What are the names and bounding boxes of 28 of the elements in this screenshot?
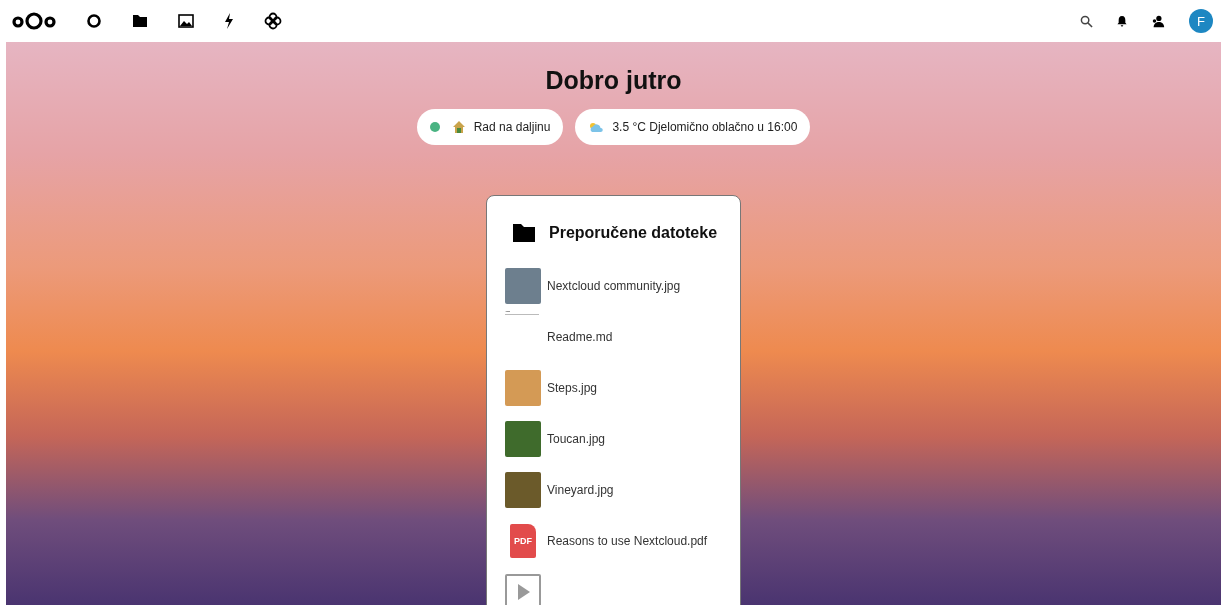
weather-button[interactable]: 3.5 °C Djelomično oblačno u 16:00 [575, 109, 811, 145]
cloud-sun-icon [588, 121, 605, 133]
folder-icon[interactable] [132, 14, 148, 28]
image-icon[interactable] [178, 14, 194, 28]
folder-icon [513, 224, 535, 242]
search-icon[interactable] [1080, 14, 1093, 28]
file-name[interactable]: Readme.md [547, 329, 613, 344]
file-name[interactable]: Steps.jpg [547, 380, 598, 395]
circle-icon[interactable] [86, 13, 102, 29]
photo-placeholder[interactable] [505, 471, 541, 508]
video-file-icon[interactable] [505, 573, 541, 605]
file-name[interactable]: Nextcloud community.jpg [547, 278, 681, 293]
house-icon [451, 120, 466, 134]
lightning-icon[interactable] [224, 13, 234, 29]
contacts-icon[interactable] [1151, 14, 1165, 28]
photo-placeholder[interactable] [505, 420, 541, 457]
bell-icon[interactable] [1117, 15, 1127, 27]
greeting-heading: Dobro jutro [545, 66, 682, 95]
panel-title: Preporučene datoteke [549, 224, 718, 242]
logo-icon[interactable] [12, 11, 56, 31]
flower-icon[interactable] [264, 12, 282, 30]
file-name[interactable]: Reasons to use Nextcloud.pdf [547, 533, 708, 548]
status-button[interactable]: Rad na daljinu [416, 109, 564, 145]
file-name[interactable]: Vineyard.jpg [547, 482, 614, 497]
photo-placeholder[interactable] [505, 267, 541, 304]
pdf-file-icon[interactable]: PDF [510, 523, 536, 558]
user-avatar[interactable]: F [1189, 9, 1213, 33]
file-name[interactable]: Toucan.jpg [547, 431, 606, 446]
